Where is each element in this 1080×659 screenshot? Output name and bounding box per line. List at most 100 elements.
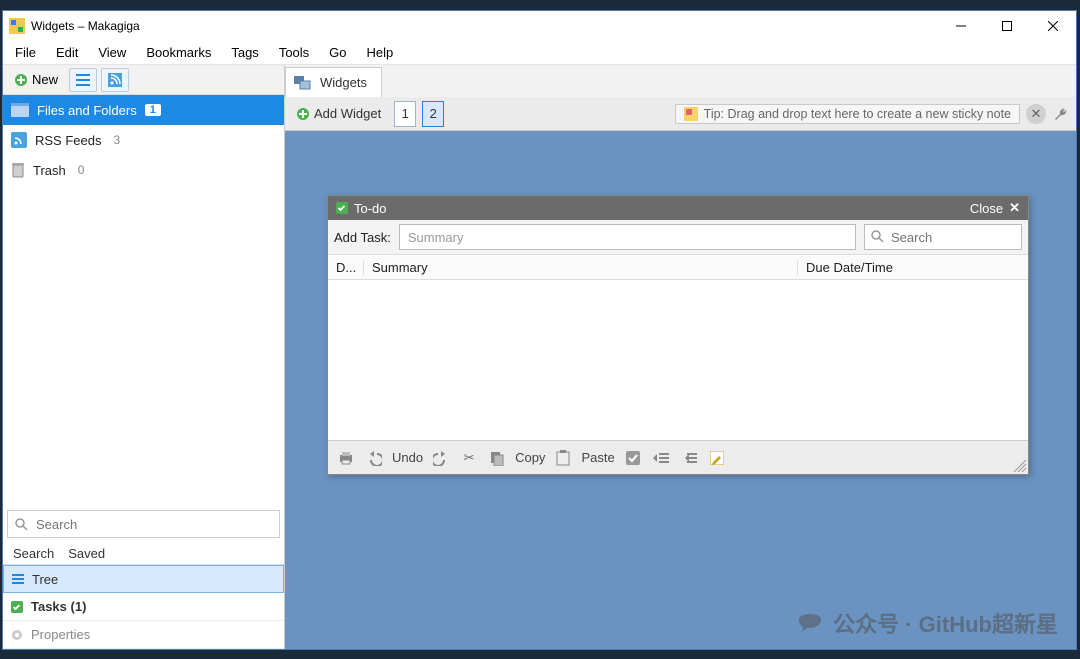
todo-titlebar[interactable]: To-do Close ✕ [328,196,1028,220]
filter-tab-saved[interactable]: Saved [68,546,105,561]
titlebar: Widgets – Makagiga [3,11,1076,41]
undo-icon [366,450,382,466]
redo-button[interactable] [431,448,451,468]
edit-button[interactable] [707,448,727,468]
menu-help[interactable]: Help [357,43,404,62]
wrench-icon [1053,105,1071,123]
tree-label: Files and Folders [37,103,137,118]
clipboard-icon [556,450,570,466]
note-icon [684,107,698,121]
maximize-button[interactable] [984,11,1030,41]
sidebar: New Files and Folders 1 RSS Feeds [3,65,285,649]
sidebar-toolbar: New [3,65,284,95]
main-toolbar: Add Widget 1 2 Tip: Drag and drop text h… [285,97,1076,131]
outdent-button[interactable] [679,448,699,468]
new-label: New [32,72,58,87]
widgets-icon [294,76,312,90]
tree-label: Trash [33,163,66,178]
app-icon [9,18,25,34]
widget-canvas[interactable]: To-do Close ✕ Add Task: D. [285,131,1076,649]
add-task-label: Add Task: [334,230,391,245]
nav-label: Properties [31,627,90,642]
outdent-icon [681,452,697,464]
menu-view[interactable]: View [88,43,136,62]
cut-button[interactable]: ✂ [459,448,479,468]
menu-tags[interactable]: Tags [221,43,268,62]
nav-label: Tasks (1) [31,599,86,614]
col-due[interactable]: Due Date/Time [798,260,1028,275]
tree-icon [12,573,24,585]
copy-icon [489,450,505,466]
gear-icon [11,629,23,641]
tree-count: 3 [113,133,120,147]
check-icon [626,451,640,465]
todo-toolbar: Undo ✂ Copy Paste [328,440,1028,474]
pager-2[interactable]: 2 [422,101,444,127]
tree-item-rss-feeds[interactable]: RSS Feeds 3 [3,125,284,155]
feed-view-button[interactable] [101,68,129,92]
tip-bar: Tip: Drag and drop text here to create a… [675,104,1020,124]
print-icon [338,450,354,466]
main-area: Widgets Add Widget 1 2 Tip: Drag and dro… [285,65,1076,649]
todo-columns: D... Summary Due Date/Time [328,254,1028,280]
check-icon [336,202,348,214]
menu-bookmarks[interactable]: Bookmarks [136,43,221,62]
tree-badge: 1 [145,104,161,116]
tip-text: Tip: Drag and drop text here to create a… [704,107,1011,121]
new-button[interactable]: New [7,68,65,92]
todo-add-row: Add Task: [328,220,1028,254]
resize-handle[interactable] [1012,458,1026,472]
col-summary[interactable]: Summary [364,260,798,275]
undo-button[interactable] [364,448,384,468]
todo-search-input[interactable] [864,224,1022,250]
paste-label: Paste [581,450,614,465]
undo-label: Undo [392,450,423,465]
close-button[interactable] [1030,11,1076,41]
copy-button[interactable] [487,448,507,468]
tab-label: Widgets [320,75,367,90]
mark-done-button[interactable] [623,448,643,468]
plus-icon [14,73,28,87]
check-icon [11,601,23,613]
indent-button[interactable] [651,448,671,468]
copy-label: Copy [515,450,545,465]
todo-list-body[interactable] [328,280,1028,440]
add-widget-button[interactable]: Add Widget [289,102,388,126]
todo-title: To-do [354,201,387,216]
menu-file[interactable]: File [5,43,46,62]
tree-item-trash[interactable]: Trash 0 [3,155,284,185]
pager-1[interactable]: 1 [394,101,416,127]
todo-close-label[interactable]: Close [970,201,1003,216]
indent-icon [653,452,669,464]
pencil-icon [710,451,724,465]
paste-button[interactable] [553,448,573,468]
print-button[interactable] [336,448,356,468]
col-done[interactable]: D... [328,260,364,275]
list-view-button[interactable] [69,68,97,92]
tab-widgets[interactable]: Widgets [285,67,382,97]
window-title: Widgets – Makagiga [31,19,140,33]
nav-properties[interactable]: Properties [3,621,284,649]
dismiss-tip-button[interactable]: ✕ [1026,104,1046,124]
menu-edit[interactable]: Edit [46,43,88,62]
nav-tasks[interactable]: Tasks (1) [3,593,284,621]
sidebar-tree: Files and Folders 1 RSS Feeds 3 Trash 0 [3,95,284,506]
tree-item-files-and-folders[interactable]: Files and Folders 1 [3,95,284,125]
minimize-button[interactable] [938,11,984,41]
nav-tree[interactable]: Tree [3,565,284,593]
menu-go[interactable]: Go [319,43,356,62]
search-icon [14,517,28,531]
watermark: 公众号 · GitHub超新星 [797,607,1058,639]
todo-widget: To-do Close ✕ Add Task: D. [327,195,1029,475]
filter-tab-search[interactable]: Search [13,546,54,561]
list-icon [76,74,90,86]
close-icon: ✕ [1031,106,1042,122]
menu-tools[interactable]: Tools [269,43,319,62]
close-icon[interactable]: ✕ [1009,200,1020,216]
main-tabs: Widgets [285,65,1076,97]
sidebar-search[interactable] [7,510,280,538]
sidebar-search-input[interactable] [34,516,273,533]
settings-button[interactable] [1052,104,1072,124]
trash-icon [11,162,25,178]
add-task-input[interactable] [399,224,856,250]
